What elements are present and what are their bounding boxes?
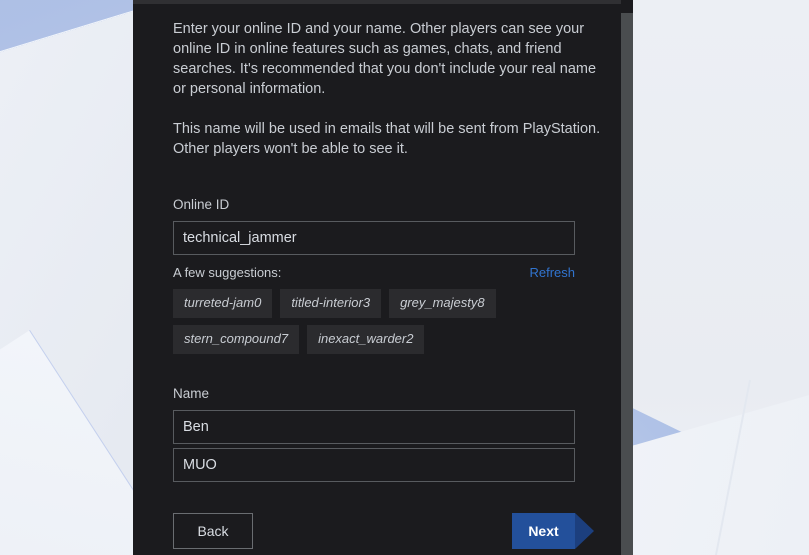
name-label: Name: [173, 386, 210, 401]
suggestion-chip[interactable]: titled-interior3: [280, 289, 382, 318]
suggestion-chip-list: turreted-jam0 titled-interior3 grey_maje…: [133, 289, 613, 354]
dialog-content: Enter your online ID and your name. Othe…: [133, 4, 621, 549]
intro-paragraph-1: Enter your online ID and your name. Othe…: [173, 21, 597, 97]
first-name-input[interactable]: [173, 410, 575, 444]
last-name-input[interactable]: [173, 448, 575, 482]
suggestion-chip[interactable]: stern_compound7: [173, 325, 300, 354]
suggestions-header: A few suggestions: Refresh: [133, 265, 617, 280]
dialog-scrollbar[interactable]: [621, 0, 633, 555]
name-section: Name: [133, 386, 621, 482]
next-arrow-icon: [575, 513, 594, 549]
online-id-dialog: Enter your online ID and your name. Othe…: [133, 0, 633, 555]
dialog-scrollbar-thumb[interactable]: [621, 13, 633, 555]
suggestion-chip[interactable]: turreted-jam0: [173, 289, 273, 318]
suggestion-chip[interactable]: grey_majesty8: [389, 289, 496, 318]
back-button[interactable]: Back: [173, 513, 253, 549]
suggestions-label: A few suggestions:: [173, 265, 282, 280]
refresh-suggestions-link[interactable]: Refresh: [529, 265, 575, 280]
online-id-input[interactable]: [173, 221, 575, 255]
online-id-label: Online ID: [173, 197, 230, 212]
suggestion-chip[interactable]: inexact_warder2: [307, 325, 425, 354]
dialog-button-row: Back Next: [133, 513, 594, 549]
online-id-section: Online ID A few suggestions: Refresh tur…: [133, 159, 621, 354]
next-button[interactable]: Next: [512, 513, 575, 549]
intro-paragraph-2: This name will be used in emails that wi…: [173, 121, 601, 157]
